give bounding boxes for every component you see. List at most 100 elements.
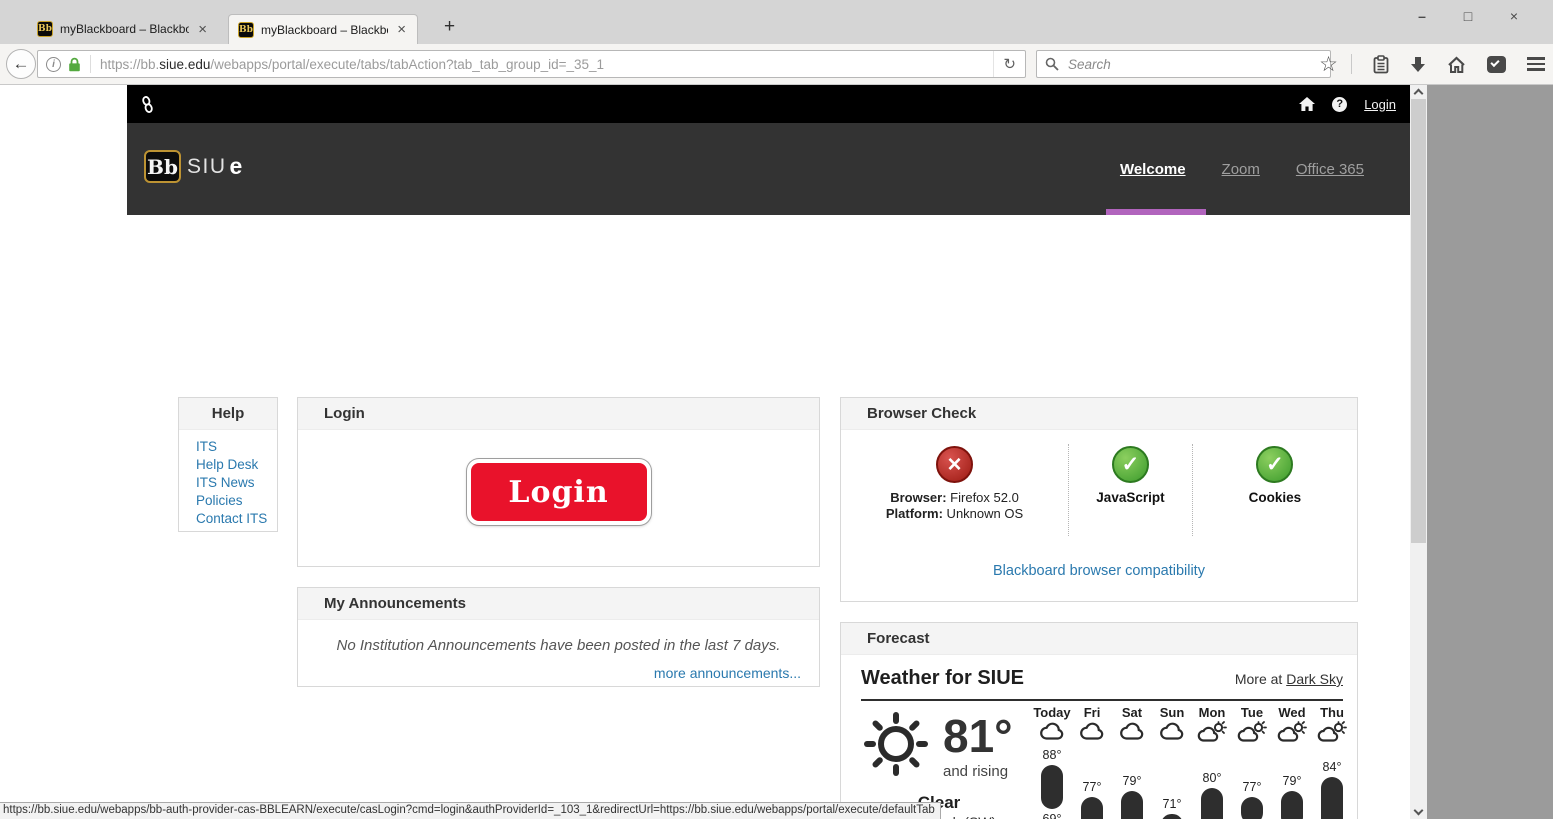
forecast-day-column: Fri77°55° bbox=[1072, 705, 1112, 819]
sun-icon bbox=[859, 707, 933, 781]
blackboard-favicon-icon: Bb bbox=[238, 22, 254, 38]
high-temp: 80° bbox=[1192, 771, 1232, 785]
outside-page-area bbox=[1427, 85, 1553, 819]
module-title: Browser Check bbox=[841, 398, 1357, 430]
scroll-up-icon[interactable] bbox=[1413, 89, 1423, 99]
new-tab-button[interactable]: + bbox=[444, 17, 455, 36]
pocket-icon[interactable] bbox=[1487, 56, 1506, 73]
forecast-day-column: Sat79°56° bbox=[1112, 705, 1152, 819]
browser-compatibility-link[interactable]: Blackboard browser compatibility bbox=[993, 563, 1205, 579]
platform-value: Unknown OS bbox=[943, 506, 1023, 521]
day-label: Tue bbox=[1232, 705, 1272, 720]
more-at-prefix: More at bbox=[1235, 671, 1286, 687]
scrollbar-thumb[interactable] bbox=[1411, 99, 1426, 543]
page-viewport: ? Login Bb SIU e Welcome Zoom Office 365… bbox=[0, 85, 1553, 819]
page-content: Help ITS Help Desk ITS News Policies Con… bbox=[127, 215, 1410, 819]
browser-tab-inactive[interactable]: Bb myBlackboard – Blackboa... × bbox=[28, 14, 218, 44]
browser-titlebar: Bb myBlackboard – Blackboa... × Bb myBla… bbox=[0, 0, 1553, 44]
day-label: Sun bbox=[1152, 705, 1192, 720]
forecast-day-column: Sun71°62° bbox=[1152, 705, 1192, 819]
forecast-heading-row: Weather for SIUE More at Dark Sky bbox=[841, 655, 1357, 690]
menu-icon[interactable] bbox=[1527, 57, 1545, 71]
url-text: https://bb.siue.edu/webapps/portal/execu… bbox=[100, 57, 993, 72]
high-temp: 88° bbox=[1032, 748, 1072, 762]
browser-check-browser: × Browser: Firefox 52.0 Platform: Unknow… bbox=[841, 444, 1068, 536]
downloads-icon[interactable] bbox=[1410, 56, 1426, 73]
link-its[interactable]: ITS bbox=[196, 438, 277, 456]
close-tab-icon[interactable]: × bbox=[196, 22, 209, 37]
tab-office-365[interactable]: Office 365 bbox=[1296, 161, 1364, 178]
bookmarks-clipboard-icon[interactable] bbox=[1373, 55, 1389, 74]
cookies-label: Cookies bbox=[1193, 490, 1357, 505]
high-temp: 77° bbox=[1232, 780, 1272, 794]
high-temp: 71° bbox=[1152, 797, 1192, 811]
more-announcements-link[interactable]: more announcements... bbox=[298, 665, 801, 681]
browser-tab-active[interactable]: Bb myBlackboard – Blackboa... × bbox=[228, 14, 418, 44]
close-tab-icon[interactable]: × bbox=[395, 22, 408, 37]
scroll-down-icon[interactable] bbox=[1413, 806, 1423, 816]
search-bar[interactable] bbox=[1036, 50, 1331, 78]
browser-check-javascript: ✓ JavaScript bbox=[1068, 444, 1192, 536]
forecast-day-column: Thu84°61° bbox=[1312, 705, 1352, 819]
search-icon bbox=[1045, 57, 1059, 71]
blackboard-favicon-icon: Bb bbox=[37, 21, 53, 37]
help-links: ITS Help Desk ITS News Policies Contact … bbox=[179, 430, 277, 528]
temp-trend: and rising bbox=[943, 763, 1013, 780]
minimize-button[interactable]: – bbox=[1399, 3, 1445, 29]
temp-range-chart: 84°61° bbox=[1312, 745, 1352, 819]
logo-e-text: e bbox=[230, 153, 243, 180]
browser-label: Browser: bbox=[890, 490, 946, 505]
temp-range-chart: 79°56° bbox=[1112, 745, 1152, 819]
home-icon[interactable] bbox=[1299, 97, 1315, 112]
pass-check-icon: ✓ bbox=[1256, 446, 1293, 483]
temp-range-bar bbox=[1281, 791, 1303, 819]
bb-siue-logo: Bb SIU e bbox=[144, 150, 242, 183]
module-title: Login bbox=[298, 398, 819, 430]
help-question-icon[interactable]: ? bbox=[1332, 97, 1347, 112]
temp-range-chart: 79°63° bbox=[1272, 745, 1312, 819]
temp-range-bar bbox=[1161, 814, 1183, 819]
url-bar[interactable]: i https://bb.siue.edu/webapps/portal/exe… bbox=[37, 50, 1026, 78]
tab-zoom[interactable]: Zoom bbox=[1222, 161, 1260, 178]
quick-links-chain-icon[interactable] bbox=[141, 96, 154, 113]
link-help-desk[interactable]: Help Desk bbox=[196, 456, 277, 474]
module-title: Help bbox=[179, 398, 277, 430]
blackboard-page: ? Login Bb SIU e Welcome Zoom Office 365… bbox=[127, 85, 1410, 819]
close-window-button[interactable]: × bbox=[1491, 3, 1537, 29]
dark-sky-link[interactable]: Dark Sky bbox=[1286, 671, 1343, 687]
more-at-text: More at Dark Sky bbox=[1235, 671, 1343, 687]
blackboard-logo-icon: Bb bbox=[144, 150, 181, 183]
platform-line: Platform: Unknown OS bbox=[841, 506, 1068, 522]
high-temp: 84° bbox=[1312, 760, 1352, 774]
temp-range-chart: 88°69° bbox=[1032, 745, 1072, 819]
temp-range-bar bbox=[1041, 765, 1063, 809]
forecast-day-column: Mon80°62° bbox=[1192, 705, 1232, 819]
reload-icon[interactable]: ↻ bbox=[993, 51, 1025, 77]
info-icon[interactable]: i bbox=[46, 57, 61, 72]
vertical-scrollbar[interactable] bbox=[1410, 85, 1427, 819]
temp-range-bar bbox=[1321, 777, 1343, 819]
status-url: https://bb.siue.edu/webapps/bb-auth-prov… bbox=[3, 804, 935, 816]
link-contact-its[interactable]: Contact ITS bbox=[196, 510, 277, 528]
lock-icon bbox=[68, 57, 81, 72]
cloudy-icon bbox=[1152, 721, 1192, 745]
link-policies[interactable]: Policies bbox=[196, 492, 277, 510]
search-input[interactable] bbox=[1066, 56, 1322, 73]
toolbar-icons: ☆ bbox=[1319, 50, 1545, 78]
temp-range-bar bbox=[1241, 797, 1263, 819]
link-its-news[interactable]: ITS News bbox=[196, 474, 277, 492]
maximize-button[interactable]: □ bbox=[1445, 3, 1491, 29]
partly-sunny-icon bbox=[1232, 721, 1272, 745]
browser-check-module: Browser Check × Browser: Firefox 52.0 Pl… bbox=[840, 397, 1358, 602]
back-button[interactable]: ← bbox=[6, 49, 36, 79]
cloudy-icon bbox=[1112, 721, 1152, 745]
login-module: Login Login bbox=[297, 397, 820, 567]
bookmark-star-icon[interactable]: ☆ bbox=[1319, 54, 1338, 75]
browser-check-grid: × Browser: Firefox 52.0 Platform: Unknow… bbox=[841, 444, 1357, 536]
tab-welcome[interactable]: Welcome bbox=[1120, 161, 1186, 178]
logo-siu-text: SIU bbox=[187, 155, 227, 179]
module-title: My Announcements bbox=[298, 588, 819, 620]
login-button[interactable]: Login bbox=[467, 459, 651, 525]
home-icon[interactable] bbox=[1447, 56, 1466, 73]
topbar-login-link[interactable]: Login bbox=[1364, 97, 1396, 112]
